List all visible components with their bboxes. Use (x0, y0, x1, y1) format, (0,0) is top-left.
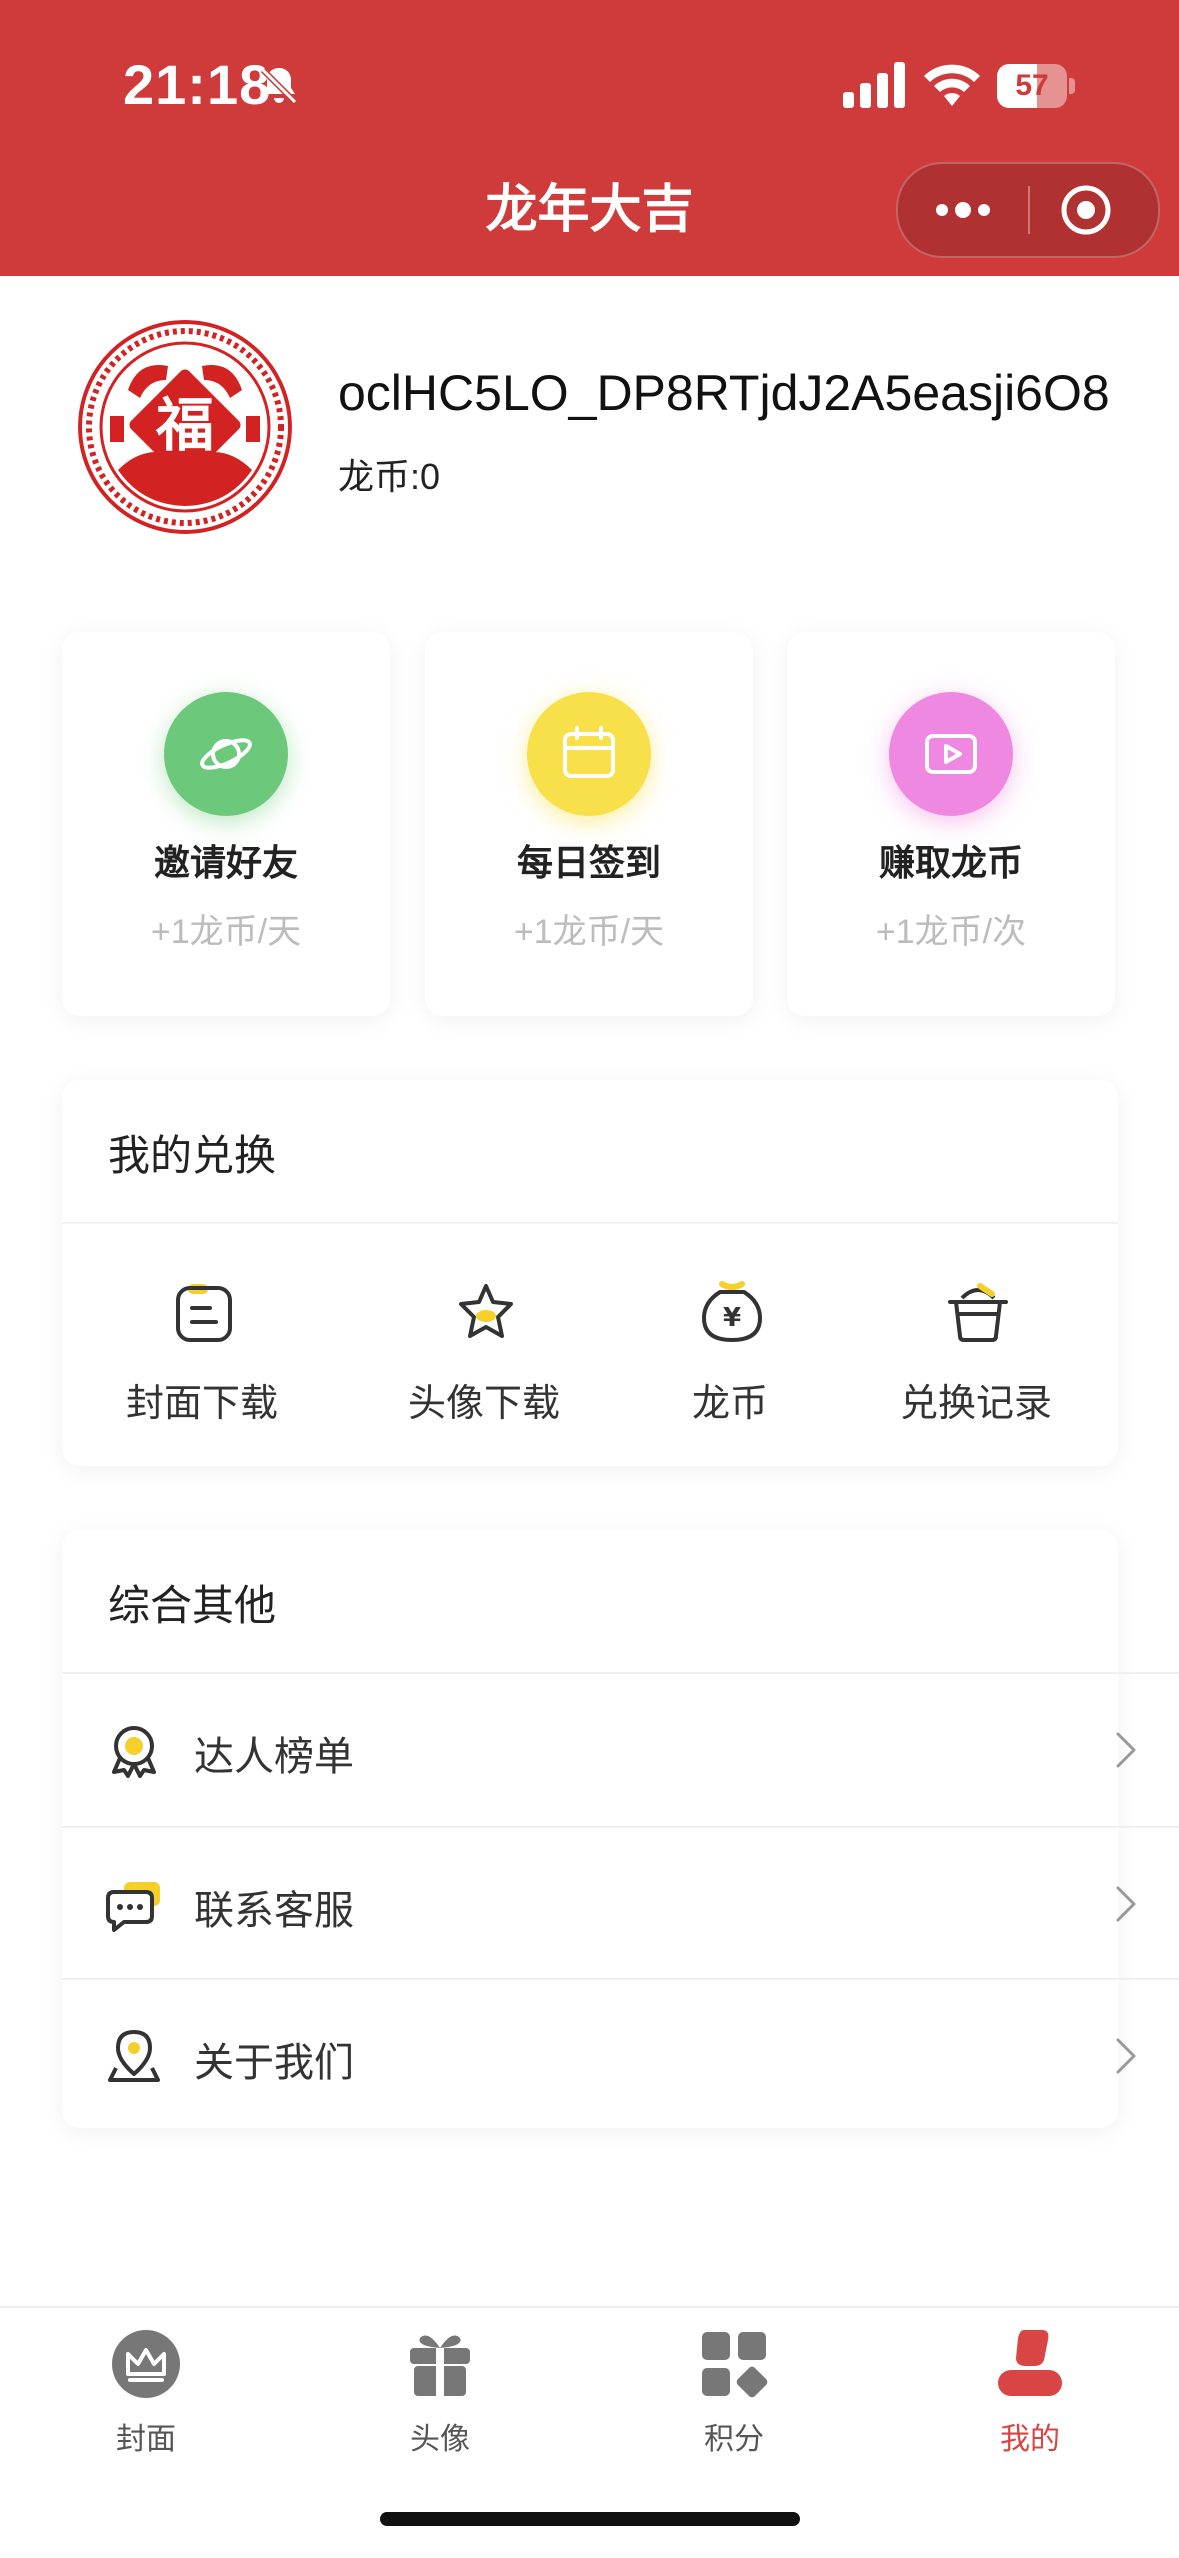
crown-icon (112, 2330, 180, 2398)
chevron-right-icon (1116, 1732, 1136, 1768)
exchange-item-label: 龙币 (691, 1383, 768, 1425)
capsule-divider (1028, 186, 1030, 234)
exchange-item-label: 兑换记录 (899, 1383, 1052, 1425)
status-bar: 21:18 57 (0, 0, 1179, 170)
mini-program-capsule (896, 162, 1160, 258)
wifi-icon (924, 64, 980, 106)
planet-icon (200, 738, 252, 770)
task-reward: +1龙币/天 (150, 913, 302, 951)
exchange-card: 我的兑换 封面下载 头像下载 ¥ 龙币 兑换记录 (62, 1080, 1118, 1466)
tab-label: 积分 (704, 2423, 764, 2456)
others-card: 综合其他 达人榜单 联系客服 关于我们 (62, 1530, 1179, 2128)
task-label: 赚取龙币 (878, 842, 1023, 883)
task-card-earn[interactable]: 赚取龙币 +1龙币/次 (787, 632, 1115, 1016)
exchange-divider (62, 1222, 1118, 1224)
exchange-title: 我的兑换 (108, 1132, 277, 1179)
basket-record-icon (948, 1283, 1008, 1342)
coin-balance: 龙币:0 (338, 456, 441, 497)
invite-icon-circle (164, 692, 288, 816)
bell-muted-icon (260, 67, 298, 105)
status-time: 21:18 (123, 53, 272, 116)
battery-indicator: 57 (997, 64, 1075, 108)
task-card-invite[interactable]: 邀请好友 +1龙币/天 (62, 632, 390, 1016)
exchange-item-label: 头像下载 (407, 1383, 560, 1425)
chevron-right-icon (1116, 2038, 1136, 2074)
list-item-label: 关于我们 (194, 2041, 354, 2085)
yuan-coin-icon: ¥ (702, 1281, 762, 1342)
calendar-icon (563, 726, 615, 778)
task-label: 每日签到 (516, 842, 661, 883)
more-dots-icon[interactable] (928, 182, 998, 238)
fu-papercut-avatar[interactable]: 福 (78, 320, 292, 534)
task-card-checkin[interactable]: 每日签到 +1龙币/天 (425, 632, 753, 1016)
chevron-right-icon (1116, 1886, 1136, 1922)
exchange-item-record[interactable]: 兑换记录 (836, 1280, 1116, 1430)
home-indicator (380, 2512, 800, 2526)
username: oclHC5LO_DP8RTjdJ2A5easji6O8 (338, 365, 1110, 421)
list-item-ranking[interactable]: 达人榜单 (62, 1674, 1179, 1826)
video-play-icon (925, 734, 977, 774)
task-label: 邀请好友 (153, 842, 298, 883)
exchange-item-label: 封面下载 (125, 1383, 278, 1425)
profile-section: 福 oclHC5LO_DP8RTjdJ2A5easji6O8 龙币:0 (0, 276, 1179, 576)
task-reward: +1龙币/次 (875, 913, 1027, 951)
star-download-icon (459, 1284, 513, 1338)
svg-text:¥: ¥ (723, 1303, 741, 1333)
list-item-about[interactable]: 关于我们 (62, 1980, 1179, 2132)
location-pin-icon (108, 2030, 160, 2082)
cover-download-icon (176, 1284, 232, 1342)
svg-text:福: 福 (155, 391, 214, 459)
cellular-signal-icon (843, 62, 905, 108)
target-circle-icon[interactable] (1058, 182, 1114, 238)
tab-label: 我的 (1000, 2423, 1060, 2456)
medal-icon (112, 1726, 156, 1778)
earn-icon-circle (889, 692, 1013, 816)
list-item-label: 达人榜单 (194, 1735, 354, 1779)
grid-diamond-icon (702, 2332, 768, 2398)
exchange-item-avatar[interactable]: 头像下载 (344, 1280, 624, 1430)
tab-cover[interactable]: 封面 (46, 2328, 246, 2468)
tab-label: 头像 (410, 2423, 470, 2456)
list-item-support[interactable]: 联系客服 (62, 1828, 1179, 1980)
exchange-item-cover[interactable]: 封面下载 (62, 1280, 342, 1430)
exchange-item-coin[interactable]: ¥ 龙币 (590, 1280, 870, 1430)
header-bar: 21:18 57 龙年大吉 (0, 0, 1179, 276)
checkin-icon-circle (527, 692, 651, 816)
tab-points[interactable]: 积分 (634, 2328, 834, 2468)
chat-bubbles-icon (106, 1882, 160, 1932)
task-reward: +1龙币/天 (513, 913, 665, 951)
battery-level: 57 (1015, 69, 1049, 102)
tab-label: 封面 (116, 2423, 176, 2456)
user-icon (998, 2330, 1062, 2396)
others-title: 综合其他 (108, 1582, 277, 1629)
tab-avatar[interactable]: 头像 (340, 2328, 540, 2468)
tab-mine[interactable]: 我的 (930, 2328, 1130, 2468)
list-item-label: 联系客服 (194, 1889, 354, 1933)
gift-icon (410, 2335, 470, 2396)
